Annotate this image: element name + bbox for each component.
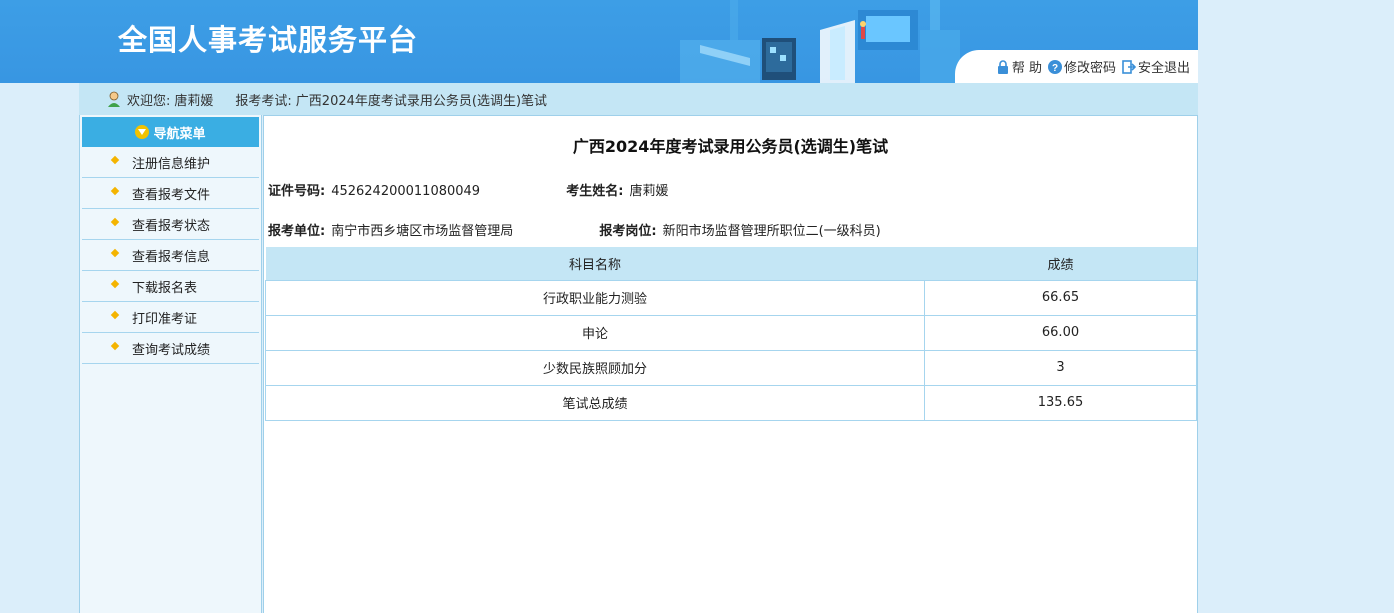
nav-list: 注册信息维护 查看报考文件 查看报考状态 查看报考信息 下载报名表 打印准考证 …	[82, 147, 259, 364]
sidebar-item-view-info[interactable]: 查看报考信息	[82, 240, 259, 271]
sidebar-item-label: 查询考试成绩	[132, 342, 211, 358]
main-content: 广西2024年度考试录用公务员(选调生)笔试 证件号码: 452624200011…	[263, 115, 1198, 613]
column-header-score: 成绩	[924, 247, 1197, 280]
site-title: 全国人事考试服务平台	[118, 23, 419, 57]
applied-unit-label: 报考单位:	[268, 224, 326, 239]
id-number-label: 证件号码:	[268, 184, 326, 199]
subject-cell: 笔试总成绩	[265, 384, 925, 421]
top-links: 帮 助 ? 修改密码 安全退出	[955, 50, 1198, 83]
sidebar: 导航菜单 注册信息维护 查看报考文件 查看报考状态 查看报考信息 下载报名表 打…	[79, 115, 262, 613]
score-table: 科目名称 成绩 行政职业能力测验 66.65 申论 66.00 少数民族照顾加分…	[265, 247, 1197, 421]
header-illustration	[680, 0, 960, 83]
help-link[interactable]: 帮 助	[996, 57, 1042, 76]
bullet-icon	[110, 186, 120, 196]
nav-menu-header: 导航菜单	[82, 117, 259, 147]
sidebar-item-label: 下载报名表	[132, 280, 198, 296]
sidebar-item-view-status[interactable]: 查看报考状态	[82, 209, 259, 240]
logout-link[interactable]: 安全退出	[1122, 57, 1190, 76]
sidebar-item-label: 查看报考信息	[132, 249, 211, 265]
column-header-subject: 科目名称	[265, 247, 925, 280]
welcome-greeting: 欢迎您:	[127, 93, 171, 109]
score-cell: 66.65	[924, 279, 1197, 316]
sidebar-item-query-scores[interactable]: 查询考试成绩	[82, 333, 259, 364]
bullet-icon	[110, 341, 120, 351]
subject-cell: 行政职业能力测验	[265, 279, 925, 316]
change-password-link[interactable]: ? 修改密码	[1047, 57, 1116, 76]
lock-icon	[997, 59, 1008, 74]
score-cell: 66.00	[924, 314, 1197, 351]
table-row: 少数民族照顾加分 3	[265, 349, 1197, 386]
logout-icon	[1122, 59, 1136, 74]
header-side-background	[1198, 0, 1394, 83]
applied-post-value: 新阳市场监督管理所职位二(一级科员)	[662, 224, 881, 239]
bullet-icon	[110, 279, 120, 289]
user-icon	[108, 91, 120, 107]
svg-text:?: ?	[1052, 63, 1058, 74]
nav-menu-title: 导航菜单	[153, 126, 206, 142]
bullet-icon	[110, 217, 120, 227]
sidebar-item-register-info[interactable]: 注册信息维护	[82, 147, 259, 178]
sidebar-item-download-form[interactable]: 下载报名表	[82, 271, 259, 302]
table-row: 申论 66.00	[265, 314, 1197, 351]
score-cell: 3	[924, 349, 1197, 386]
welcome-bar: 欢迎您: 唐莉媛 报考考试: 广西2024年度考试录用公务员(选调生)笔试	[79, 83, 1198, 115]
logout-label: 安全退出	[1137, 61, 1190, 76]
applied-post-label: 报考岗位:	[599, 224, 657, 239]
welcome-user-name: 唐莉媛	[174, 93, 214, 109]
applied-unit-value: 南宁市西乡塘区市场监督管理局	[331, 224, 514, 239]
candidate-name-value: 唐莉媛	[629, 184, 669, 199]
sidebar-item-label: 查看报考文件	[132, 187, 211, 203]
candidate-name-label: 考生姓名:	[566, 184, 624, 199]
subject-cell: 少数民族照顾加分	[265, 349, 925, 386]
id-number-value: 452624200011080049	[331, 184, 481, 199]
chevron-down-icon	[135, 125, 150, 139]
change-password-label: 修改密码	[1063, 61, 1116, 76]
exam-label: 报考考试:	[235, 93, 292, 109]
page-title: 广西2024年度考试录用公务员(选调生)笔试	[572, 137, 889, 156]
bullet-icon	[110, 248, 120, 258]
table-header-row: 科目名称 成绩	[265, 247, 1197, 280]
candidate-info-row-2: 报考单位: 南宁市西乡塘区市场监督管理局 报考岗位: 新阳市场监督管理所职位二(一级…	[268, 220, 881, 239]
page-header: 全国人事考试服务平台 帮 助 ? 修改密码 安全退出	[0, 0, 1394, 83]
bullet-icon	[110, 155, 120, 165]
sidebar-item-label: 查看报考状态	[132, 218, 211, 234]
sidebar-item-view-files[interactable]: 查看报考文件	[82, 178, 259, 209]
bullet-icon	[110, 310, 120, 320]
help-link-label: 帮 助	[1011, 61, 1042, 76]
candidate-info-row-1: 证件号码: 452624200011080049 考生姓名: 唐莉媛	[268, 180, 668, 199]
sidebar-item-label: 注册信息维护	[132, 156, 211, 172]
sidebar-item-print-ticket[interactable]: 打印准考证	[82, 302, 259, 333]
help-icon: ?	[1047, 59, 1062, 74]
table-row: 行政职业能力测验 66.65	[265, 279, 1197, 316]
exam-name: 广西2024年度考试录用公务员(选调生)笔试	[295, 93, 548, 109]
score-cell: 135.65	[924, 384, 1197, 421]
subject-cell: 申论	[265, 314, 925, 351]
sidebar-item-label: 打印准考证	[132, 311, 198, 327]
table-row: 笔试总成绩 135.65	[265, 384, 1197, 421]
